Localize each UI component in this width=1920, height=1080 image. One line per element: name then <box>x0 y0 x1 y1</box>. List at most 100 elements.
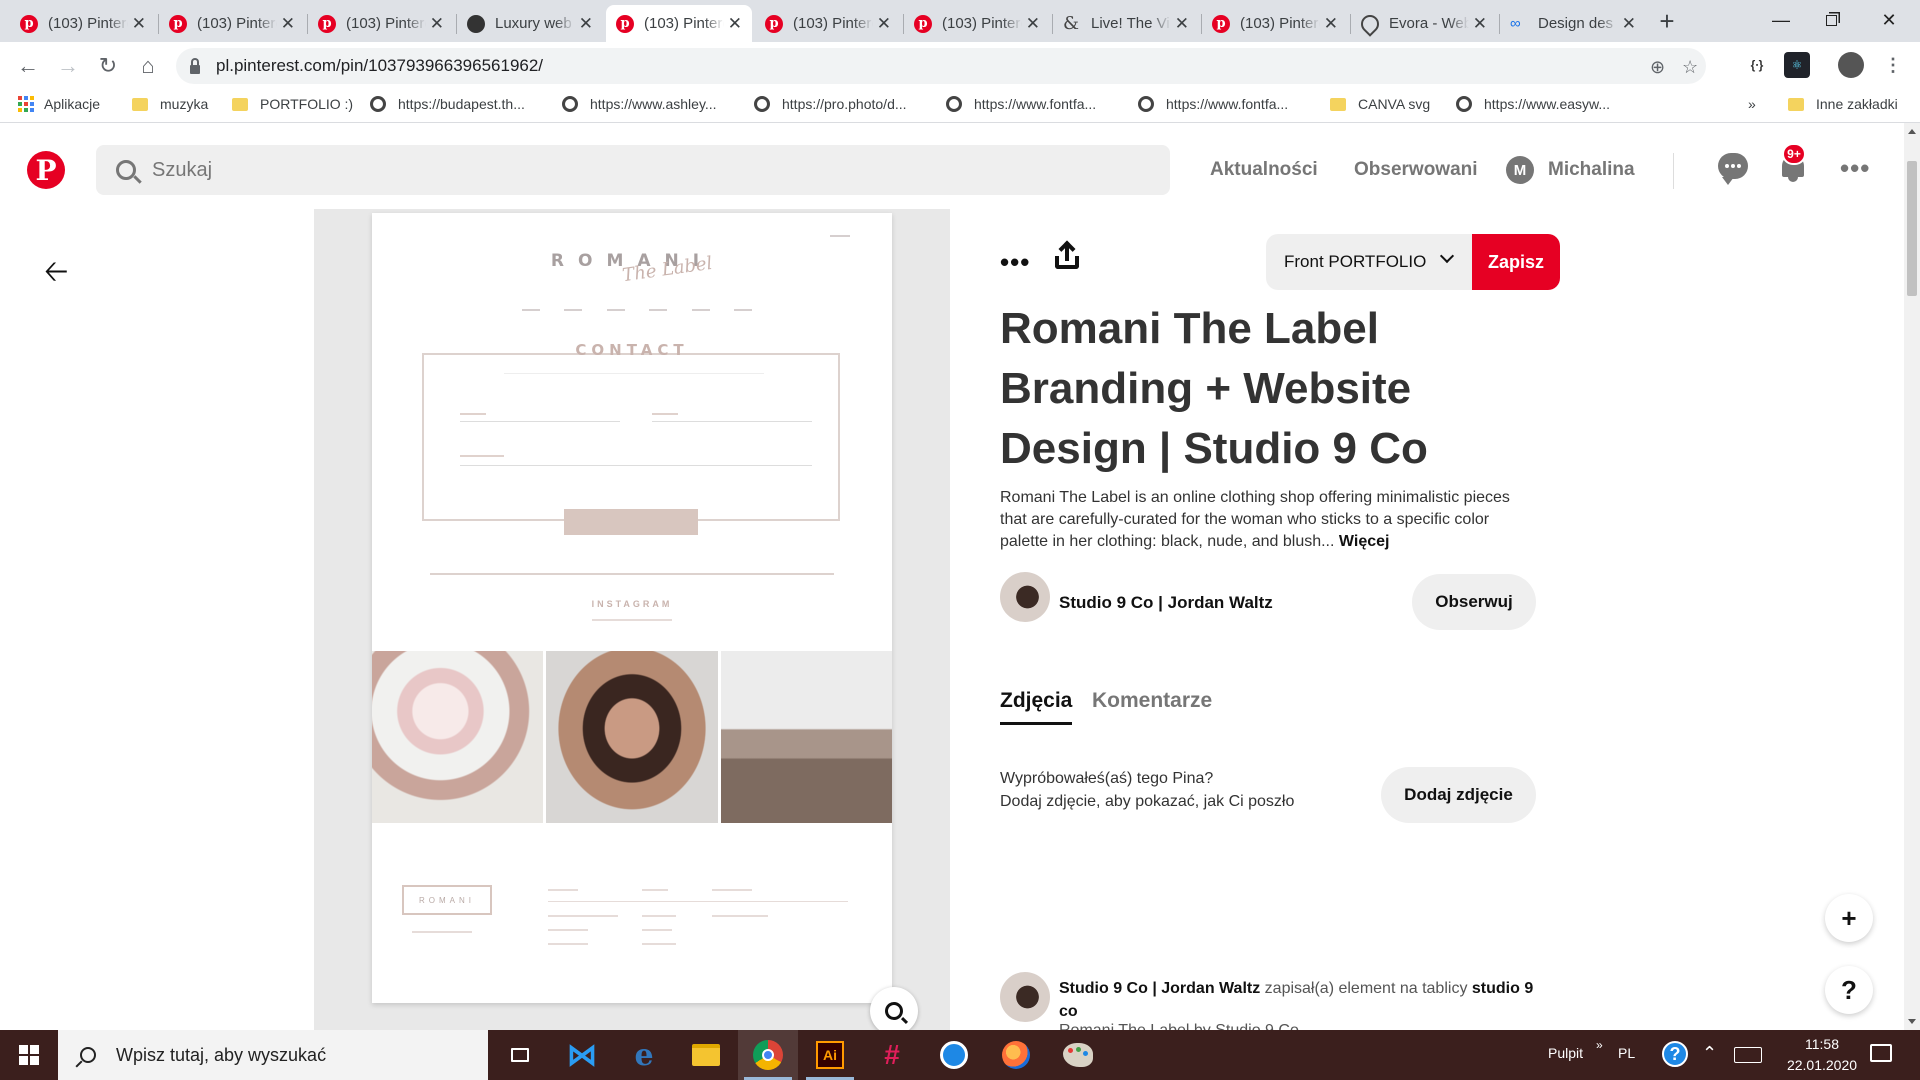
more-link[interactable]: Więcej <box>1339 533 1390 550</box>
bookmarks-overflow-button[interactable]: » <box>1748 96 1756 112</box>
desktop-toolbar-label[interactable]: Pulpit <box>1548 1045 1583 1061</box>
restore-button[interactable] <box>1808 4 1854 36</box>
pin-closeup-image[interactable]: ROMANI The Label CONTACT INSTAGRAM ROMAN… <box>314 209 950 1030</box>
tab-photos[interactable]: Zdjęcia <box>1000 689 1072 713</box>
taskbar-search-input[interactable]: Wpisz tutaj, aby wyszukać <box>116 1045 326 1066</box>
bookmark-item[interactable]: https://www.fontfa... <box>946 96 1096 112</box>
user-avatar[interactable]: M <box>1506 156 1534 184</box>
close-window-button[interactable]: ✕ <box>1866 4 1912 36</box>
pinterest-logo-icon[interactable]: P <box>27 151 65 189</box>
chrome-menu-icon[interactable]: ⋮ <box>1880 52 1906 78</box>
chrome-taskbar-icon[interactable] <box>738 1030 798 1080</box>
edge-icon[interactable]: e <box>614 1030 674 1080</box>
profile-avatar[interactable] <box>1838 52 1864 78</box>
bookmark-item[interactable]: CANVA svg <box>1330 96 1430 112</box>
bookmark-item[interactable]: https://pro.photo/d... <box>754 96 907 112</box>
action-center-icon[interactable] <box>1870 1044 1892 1062</box>
json-extension-icon[interactable]: {∙} <box>1744 52 1770 78</box>
bookmark-item[interactable]: https://budapest.th... <box>370 96 525 112</box>
browser-tab[interactable]: p (103) Pinterest✕ <box>308 5 454 42</box>
address-bar[interactable]: pl.pinterest.com/pin/103793966396561962/… <box>176 48 1706 84</box>
page-scrollbar[interactable] <box>1904 123 1920 1030</box>
browser-tab[interactable]: p (103) Pinterest✕ <box>904 5 1050 42</box>
close-tab-icon[interactable]: ✕ <box>877 14 891 34</box>
close-tab-icon[interactable]: ✕ <box>1026 14 1040 34</box>
start-button[interactable] <box>0 1030 58 1080</box>
search-bar[interactable]: Szukaj <box>96 145 1170 195</box>
vscode-icon[interactable]: ⋈ <box>552 1030 612 1080</box>
toolbar-overflow-icon[interactable]: » <box>1596 1038 1603 1052</box>
search-input[interactable]: Szukaj <box>152 159 212 182</box>
browser-tab[interactable]: p (103) Pinterest✕ <box>1202 5 1348 42</box>
add-photo-button[interactable]: Dodaj zdjęcie <box>1381 767 1536 823</box>
more-options-icon[interactable]: ••• <box>1000 247 1030 278</box>
close-tab-icon[interactable]: ✕ <box>1622 14 1636 34</box>
browser-tab[interactable]: p (103) Pinterest✕ <box>606 5 752 42</box>
bookmark-item[interactable]: Aplikacje <box>18 96 100 112</box>
activity-avatar[interactable] <box>1000 972 1050 1022</box>
back-arrow-icon[interactable]: 🡠 <box>44 249 68 300</box>
more-options-icon[interactable]: ••• <box>1840 153 1870 184</box>
creator-name[interactable]: Studio 9 Co | Jordan Waltz <box>1059 593 1273 613</box>
add-icon[interactable]: ⊕ <box>1650 57 1665 78</box>
paint-icon[interactable] <box>1048 1030 1108 1080</box>
home-icon[interactable]: ⌂ <box>132 50 164 82</box>
bookmark-item[interactable]: PORTFOLIO :) <box>232 96 353 112</box>
forward-arrow-icon[interactable]: → <box>52 50 84 82</box>
visual-search-button[interactable] <box>870 987 918 1030</box>
close-tab-icon[interactable]: ✕ <box>728 14 742 34</box>
keyboard-icon[interactable] <box>1734 1047 1762 1063</box>
language-indicator[interactable]: PL <box>1618 1045 1635 1061</box>
browser-tab[interactable]: p (103) Pinterest✕ <box>10 5 156 42</box>
close-tab-icon[interactable]: ✕ <box>132 14 146 34</box>
bookmark-item[interactable]: https://www.ashley... <box>562 96 717 112</box>
help-button[interactable]: ? <box>1825 966 1873 1014</box>
save-button[interactable]: Zapisz <box>1472 234 1560 290</box>
bookmark-item[interactable]: https://www.easyw... <box>1456 96 1610 112</box>
browser-tab[interactable]: ∞ Design des ✕ <box>1500 5 1646 42</box>
clock-date[interactable]: 22.01.2020 <box>1782 1057 1862 1073</box>
clock-time[interactable]: 11:58 <box>1792 1036 1852 1052</box>
close-tab-icon[interactable]: ✕ <box>1324 14 1338 34</box>
taskbar-search[interactable]: Wpisz tutaj, aby wyszukać <box>58 1030 488 1080</box>
slack-icon[interactable]: # <box>862 1030 922 1080</box>
close-tab-icon[interactable]: ✕ <box>1175 14 1189 34</box>
other-bookmarks[interactable]: Inne zakładki <box>1788 96 1898 112</box>
add-plus-button[interactable]: + <box>1825 894 1873 942</box>
follow-button[interactable]: Obserwuj <box>1412 574 1536 630</box>
close-tab-icon[interactable]: ✕ <box>579 14 593 34</box>
nav-following[interactable]: Obserwowani <box>1354 159 1478 181</box>
back-arrow-icon[interactable]: ← <box>12 50 44 82</box>
reload-icon[interactable]: ↻ <box>92 50 124 82</box>
close-tab-icon[interactable]: ✕ <box>1473 14 1487 34</box>
file-explorer-icon[interactable] <box>676 1030 736 1080</box>
browser-tab[interactable]: &Live! The Vibe✕ <box>1053 5 1199 42</box>
activity-user[interactable]: Studio 9 Co | Jordan Waltz <box>1059 980 1260 997</box>
close-tab-icon[interactable]: ✕ <box>281 14 295 34</box>
chevron-up-icon[interactable]: ⌃ <box>1702 1043 1717 1064</box>
board-dropdown[interactable]: Front PORTFOLIO <box>1266 234 1472 290</box>
nav-user-name[interactable]: Michalina <box>1548 159 1635 181</box>
disc-app-icon[interactable] <box>924 1030 984 1080</box>
scroll-down-icon[interactable] <box>1908 1019 1916 1024</box>
minimize-button[interactable]: — <box>1758 4 1804 36</box>
close-tab-icon[interactable]: ✕ <box>430 14 444 34</box>
share-icon[interactable] <box>1054 240 1080 271</box>
illustrator-icon[interactable]: Ai <box>800 1030 860 1080</box>
browser-tab[interactable]: Evora - Web ✕ <box>1351 5 1497 42</box>
react-extension-icon[interactable]: ⚛ <box>1784 52 1810 78</box>
scroll-thumb[interactable] <box>1907 161 1917 296</box>
new-tab-button[interactable]: + <box>1652 6 1682 37</box>
bookmark-item[interactable]: https://www.fontfa... <box>1138 96 1288 112</box>
star-icon[interactable]: ☆ <box>1682 57 1698 78</box>
lock-icon[interactable] <box>190 57 200 74</box>
browser-tab[interactable]: Luxury web design✕ <box>457 5 603 42</box>
bookmark-item[interactable]: muzyka <box>132 96 208 112</box>
messages-icon[interactable] <box>1718 153 1748 185</box>
url-text[interactable]: pl.pinterest.com/pin/103793966396561962/ <box>216 56 543 76</box>
nav-news[interactable]: Aktualności <box>1210 159 1318 181</box>
browser-tab[interactable]: p (103) Pinterest✕ <box>159 5 305 42</box>
help-tray-icon[interactable]: ? <box>1662 1041 1688 1067</box>
creator-avatar[interactable] <box>1000 572 1050 622</box>
firefox-icon[interactable] <box>986 1030 1046 1080</box>
